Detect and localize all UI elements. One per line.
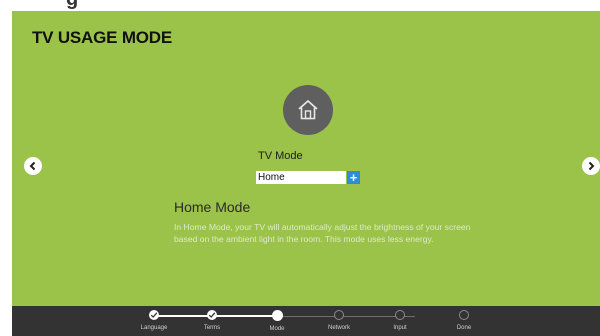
chevron-right-icon <box>588 161 595 171</box>
step-network: Network <box>309 310 369 331</box>
previous-heading-fragment: g <box>0 0 600 11</box>
setup-screen: TV USAGE MODE TV Mode Home + Home Mode I… <box>12 11 600 306</box>
step-label: Mode <box>269 326 285 332</box>
step-label: Input <box>393 325 407 331</box>
step-mode: Mode <box>247 310 307 332</box>
step-label: Language <box>140 325 168 331</box>
step-input: Input <box>370 310 430 331</box>
pending-step-dot <box>334 310 344 320</box>
tv-mode-value: Home <box>258 172 285 183</box>
pending-step-dot <box>395 310 405 320</box>
pending-step-dot <box>459 310 469 320</box>
page-title: TV USAGE MODE <box>32 28 173 47</box>
step-done: Done <box>434 310 494 331</box>
heading-fragment-text: g <box>66 0 78 11</box>
step-label: Network <box>327 325 350 331</box>
home-mode-icon <box>283 85 333 135</box>
house-icon <box>298 99 318 120</box>
tv-mode-label: TV Mode <box>258 150 303 162</box>
setup-progress-bar: Language Terms Mode Network Input Done <box>12 306 600 336</box>
previous-button[interactable] <box>24 157 42 175</box>
step-terms: Terms <box>182 310 242 331</box>
expand-options-button[interactable]: + <box>347 171 360 184</box>
next-button[interactable] <box>582 157 600 175</box>
mode-description-title: Home Mode <box>174 199 251 215</box>
step-label: Done <box>456 325 472 331</box>
tv-mode-select[interactable]: Home <box>256 171 346 184</box>
step-language: Language <box>124 310 184 331</box>
check-icon <box>207 310 217 320</box>
step-label: Terms <box>203 325 221 331</box>
chevron-left-icon <box>29 161 36 171</box>
current-step-dot <box>271 310 283 321</box>
check-icon <box>149 310 159 320</box>
mode-description-text: In Home Mode, your TV will automatically… <box>174 222 471 244</box>
